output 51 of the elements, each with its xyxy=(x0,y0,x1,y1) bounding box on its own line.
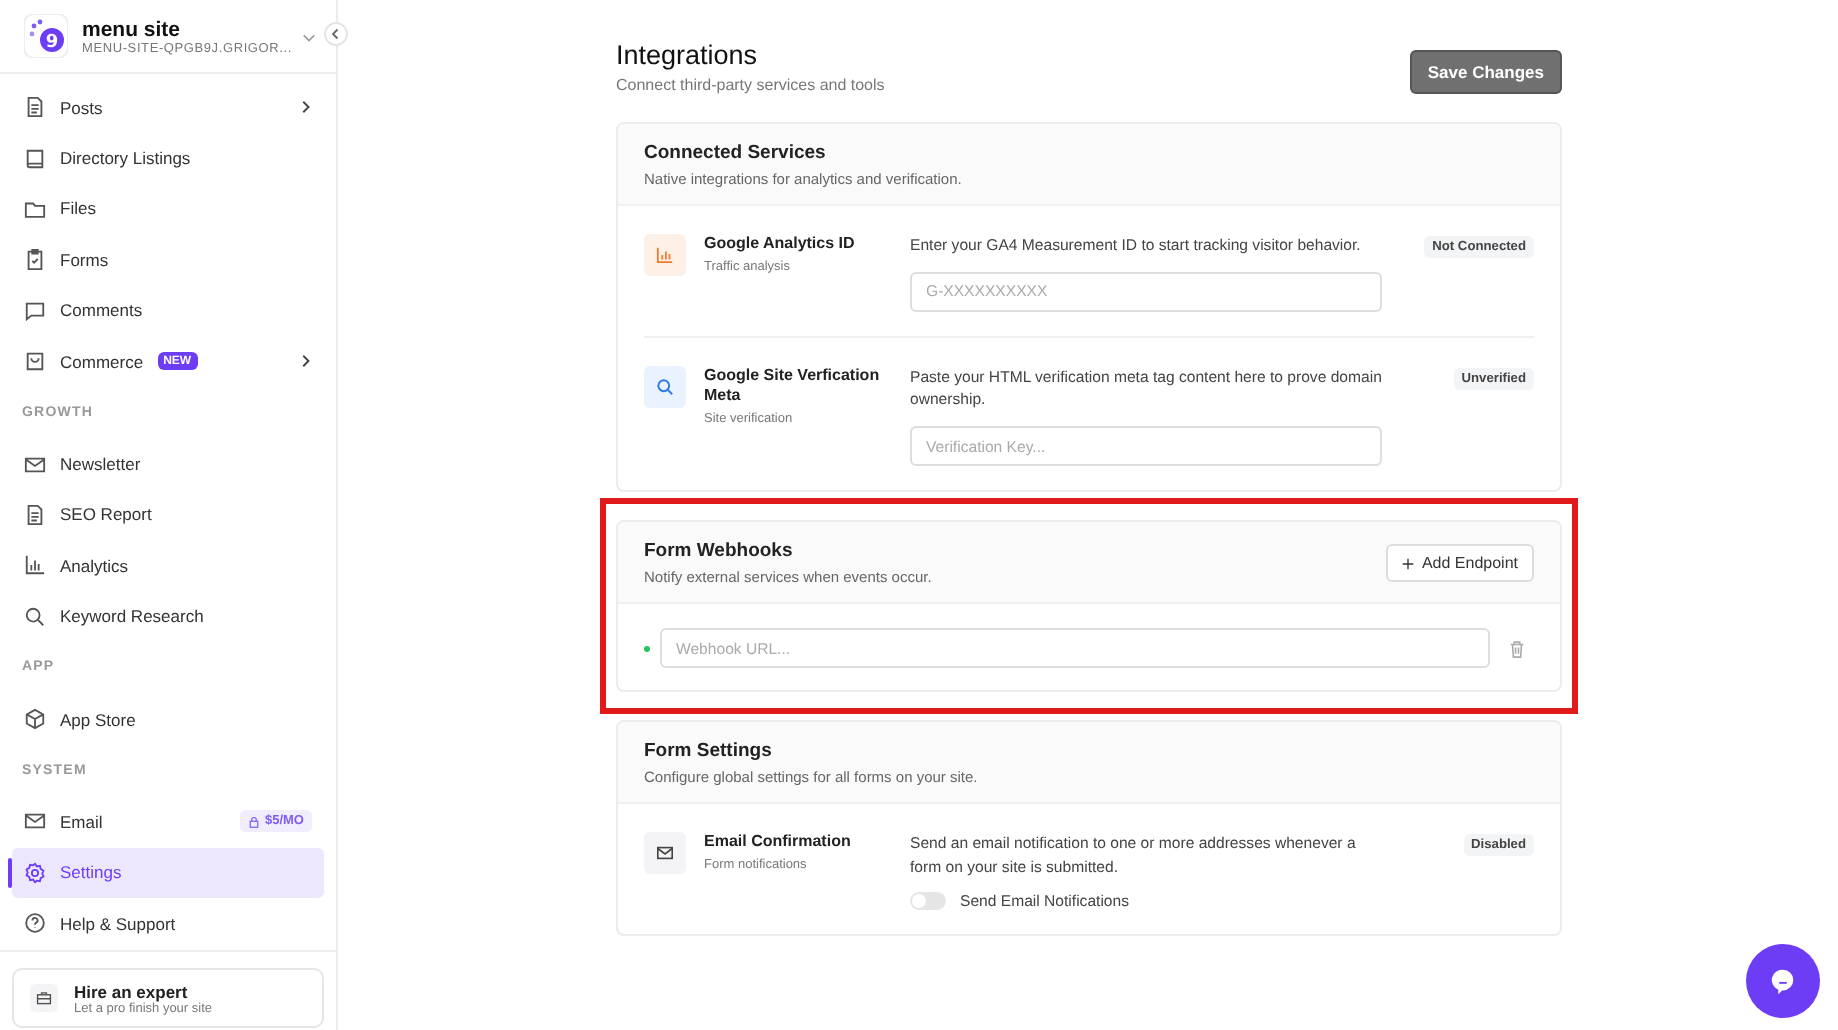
site-name: menu site xyxy=(82,17,183,41)
nav-item[interactable]: Forms xyxy=(12,234,324,286)
book-icon xyxy=(24,147,46,170)
mail-icon xyxy=(644,832,686,875)
bag-icon xyxy=(24,350,46,373)
nav-item[interactable]: Analytics xyxy=(12,540,324,592)
mail-icon xyxy=(24,453,46,476)
nav-item[interactable]: Help & Support xyxy=(12,898,324,949)
clip-icon xyxy=(24,248,46,271)
doc-icon xyxy=(24,503,46,526)
help-icon xyxy=(24,912,46,935)
setting-name: Email Confirmation xyxy=(704,832,853,854)
page-title: Integrations xyxy=(616,40,760,70)
collapse-sidebar-button[interactable] xyxy=(324,22,348,46)
service-name: Google Analytics ID xyxy=(704,234,857,256)
card-title: Connected Services xyxy=(644,142,828,164)
chevron-down-icon[interactable] xyxy=(302,29,316,43)
nav-item[interactable]: Directory Listings xyxy=(12,132,324,184)
chevron-left-icon xyxy=(330,28,342,40)
chat-bubble-icon xyxy=(1768,966,1798,996)
nav-item[interactable]: Newsletter xyxy=(12,438,324,490)
trash-icon[interactable] xyxy=(1508,639,1526,658)
nav-item[interactable]: Files xyxy=(12,183,324,235)
nav-item[interactable]: SEO Report xyxy=(12,489,324,541)
chart-icon xyxy=(24,554,46,577)
box-icon xyxy=(24,708,46,731)
expert-title: Hire an expert xyxy=(74,981,190,1001)
doc-icon xyxy=(24,96,46,119)
settings-icon xyxy=(24,861,46,884)
add-endpoint-button[interactable]: Add Endpoint xyxy=(1385,544,1534,583)
chat-icon xyxy=(24,299,46,322)
search-icon xyxy=(24,605,46,628)
search-icon xyxy=(644,365,686,408)
service-name: Google Site Verfication Meta xyxy=(704,365,882,409)
card-title: Form Webhooks xyxy=(644,540,795,563)
nav-item[interactable]: Keyword Research xyxy=(12,591,324,642)
nav-item[interactable]: App Store xyxy=(12,693,324,745)
toggle-switch[interactable] xyxy=(910,892,946,911)
chat-button[interactable] xyxy=(1746,944,1820,1018)
bar-chart-icon xyxy=(644,234,686,276)
site-logo-icon: 9 xyxy=(24,14,68,58)
nav-item[interactable]: Settings xyxy=(12,847,324,899)
mail-icon xyxy=(24,810,46,833)
nav-item[interactable]: Posts xyxy=(12,82,324,133)
card-title: Form Settings xyxy=(644,740,774,763)
nav-item[interactable]: Comments xyxy=(12,285,324,336)
save-changes-button[interactable]: Save Changes xyxy=(1409,50,1562,94)
folder-icon xyxy=(24,197,46,220)
plus-icon xyxy=(1401,557,1414,570)
briefcase-icon xyxy=(30,984,58,1012)
page-subtitle: Connect third-party services and tools xyxy=(616,76,885,94)
